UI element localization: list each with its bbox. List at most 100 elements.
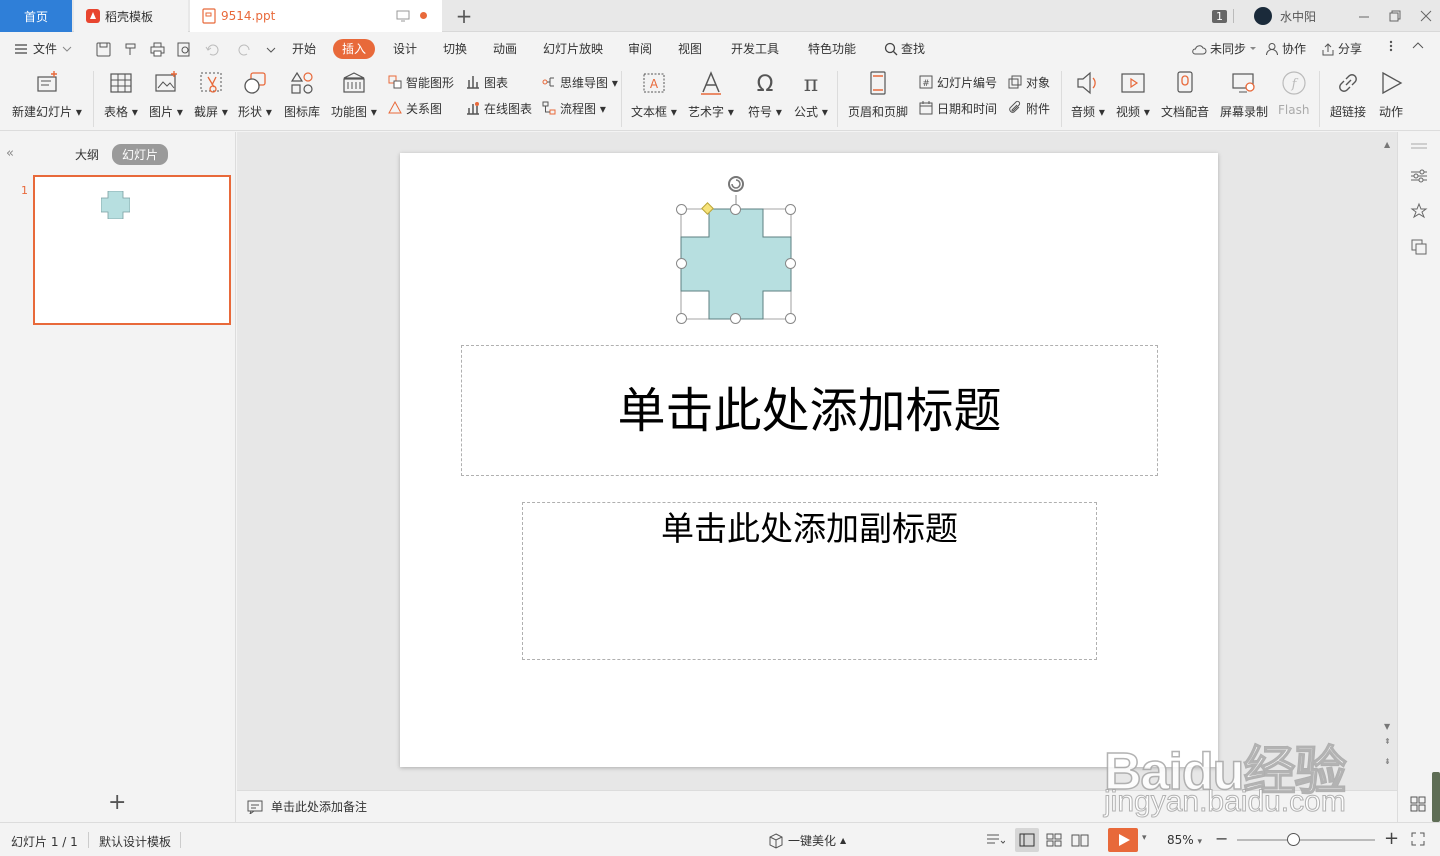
resize-handle[interactable] [785, 258, 796, 269]
subtitle-placeholder[interactable]: 单击此处添加副标题 [522, 502, 1097, 660]
file-menu[interactable]: 文件 [14, 39, 72, 59]
redo-icon[interactable] [238, 42, 253, 57]
search-button[interactable]: 查找 [884, 39, 925, 59]
menu-transition[interactable]: 切换 [443, 39, 467, 59]
header-footer-button[interactable]: 页眉和页脚 [848, 69, 908, 120]
close-icon[interactable] [1419, 0, 1433, 32]
undo-icon[interactable] [204, 42, 226, 57]
print-icon[interactable] [150, 42, 165, 57]
table-button[interactable]: 表格 ▾ [104, 69, 138, 120]
resize-handle[interactable] [676, 313, 687, 324]
attachment-button[interactable]: 附件 [1007, 99, 1050, 117]
date-time-button[interactable]: 日期和时间 [918, 99, 997, 117]
action-button[interactable]: 动作 [1377, 69, 1405, 120]
smart-shape-button[interactable]: 智能图形 [387, 73, 454, 91]
restore-icon[interactable] [1388, 0, 1402, 32]
new-slide-button[interactable]: 新建幻灯片 ▾ [12, 69, 82, 120]
relation-chart-button[interactable]: 关系图 [387, 99, 442, 117]
notes-pane[interactable]: 单击此处添加备注 [237, 790, 1397, 822]
drag-handle-icon[interactable] [1410, 142, 1428, 150]
resize-handle[interactable] [676, 204, 687, 215]
customize-toolbar-icon[interactable] [265, 42, 277, 57]
monitor-icon[interactable] [396, 9, 410, 23]
slide[interactable]: 单击此处添加标题 单击此处添加副标题 [400, 153, 1218, 767]
collab-button[interactable]: 协作 [1265, 39, 1306, 59]
new-tab-button[interactable]: + [452, 0, 476, 32]
tab-template[interactable]: 稻壳模板 [74, 0, 188, 32]
print-preview-icon[interactable] [177, 42, 192, 57]
icon-library-button[interactable]: 图标库 [284, 69, 320, 120]
star-icon[interactable] [1410, 202, 1428, 220]
chart-button[interactable]: 图表 [465, 73, 508, 91]
resize-handle[interactable] [730, 204, 741, 215]
menu-design[interactable]: 设计 [393, 39, 417, 59]
title-placeholder[interactable]: 单击此处添加标题 [461, 345, 1158, 476]
copy-icon[interactable] [1410, 238, 1428, 256]
settings-sliders-icon[interactable] [1410, 168, 1428, 184]
theme-name[interactable]: 默认设计模板 [99, 833, 171, 850]
minimize-icon[interactable] [1357, 0, 1371, 32]
resize-handle[interactable] [785, 204, 796, 215]
slideshow-options-icon[interactable]: ▾ [1142, 833, 1147, 843]
mindmap-button[interactable]: 思维导图 ▾ [541, 73, 618, 91]
notes-toggle-icon[interactable] [985, 832, 1005, 848]
window-count-badge[interactable]: 1 [1212, 0, 1234, 32]
tab-home[interactable]: 首页 [0, 0, 72, 32]
resize-handle[interactable] [785, 313, 796, 324]
normal-view-button[interactable] [1015, 828, 1039, 852]
beautify-button[interactable]: 一键美化 ▲ [768, 832, 846, 849]
picture-button[interactable]: 图片 ▾ [149, 69, 183, 120]
symbol-button[interactable]: Ω 符号 ▾ [748, 69, 782, 120]
object-button[interactable]: 对象 [1007, 73, 1050, 91]
audio-button[interactable]: 音频 ▾ [1071, 69, 1105, 120]
tab-document[interactable]: 9514.ppt [190, 0, 442, 32]
doc-voice-button[interactable]: 文档配音 [1161, 69, 1209, 120]
scroll-down-icon[interactable]: ▼ [1384, 722, 1390, 731]
slide-thumbnail[interactable] [33, 175, 231, 325]
zoom-in-button[interactable]: + [1384, 830, 1399, 848]
hyperlink-button[interactable]: 超链接 [1330, 69, 1366, 120]
resize-handle[interactable] [676, 258, 687, 269]
reading-view-icon[interactable] [1071, 832, 1089, 848]
slide-number-button[interactable]: # 幻灯片编号 [918, 73, 997, 91]
flash-button[interactable]: f Flash [1278, 69, 1309, 117]
collapse-panel-icon[interactable]: « [6, 146, 14, 161]
flowchart-button[interactable]: 流程图 ▾ [541, 99, 606, 117]
share-button[interactable]: 分享 [1321, 39, 1362, 59]
next-slide-icon[interactable]: ⇟ [1384, 758, 1391, 766]
menu-special[interactable]: 特色功能 [808, 39, 856, 59]
fit-window-icon[interactable] [1411, 832, 1425, 846]
menu-review[interactable]: 审阅 [628, 39, 652, 59]
formula-button[interactable]: π 公式 ▾ [794, 69, 828, 120]
screen-record-button[interactable]: 屏幕录制 [1220, 69, 1268, 120]
zoom-level[interactable]: 85% ▾ [1167, 833, 1202, 847]
slide-sorter-icon[interactable] [1046, 832, 1062, 848]
sync-button[interactable]: 未同步 [1191, 39, 1257, 59]
cross-shape[interactable] [673, 173, 803, 329]
menu-start[interactable]: 开始 [292, 39, 316, 59]
screenshot-button[interactable]: 截屏 ▾ [194, 69, 228, 120]
grid-view-icon[interactable] [1410, 796, 1426, 812]
add-slide-button[interactable]: + [108, 790, 126, 815]
video-button[interactable]: 视频 ▾ [1116, 69, 1150, 120]
more-icon[interactable] [1388, 39, 1394, 59]
zoom-slider-thumb[interactable] [1287, 833, 1300, 846]
shape-button[interactable]: 形状 ▾ [238, 69, 272, 120]
zoom-out-button[interactable]: − [1215, 831, 1228, 847]
menu-animation[interactable]: 动画 [493, 39, 517, 59]
function-chart-button[interactable]: 功能图 ▾ [331, 69, 377, 120]
online-chart-button[interactable]: 在线图表 [465, 99, 532, 117]
menu-developer[interactable]: 开发工具 [731, 39, 779, 59]
collapse-ribbon-icon[interactable] [1411, 39, 1425, 59]
format-painter-icon[interactable] [123, 42, 138, 57]
menu-slideshow[interactable]: 幻灯片放映 [543, 39, 603, 59]
menu-insert[interactable]: 插入 [333, 39, 376, 59]
menu-view[interactable]: 视图 [678, 39, 702, 59]
prev-slide-icon[interactable]: ⇞ [1384, 738, 1391, 746]
wordart-button[interactable]: 艺术字 ▾ [688, 69, 734, 120]
zoom-slider-track[interactable] [1237, 839, 1375, 841]
tab-outline[interactable]: 大纲 [75, 146, 99, 163]
tab-slides[interactable]: 幻灯片 [112, 144, 169, 165]
textbox-button[interactable]: A 文本框 ▾ [631, 69, 677, 120]
scroll-up-icon[interactable]: ▲ [1384, 140, 1390, 149]
